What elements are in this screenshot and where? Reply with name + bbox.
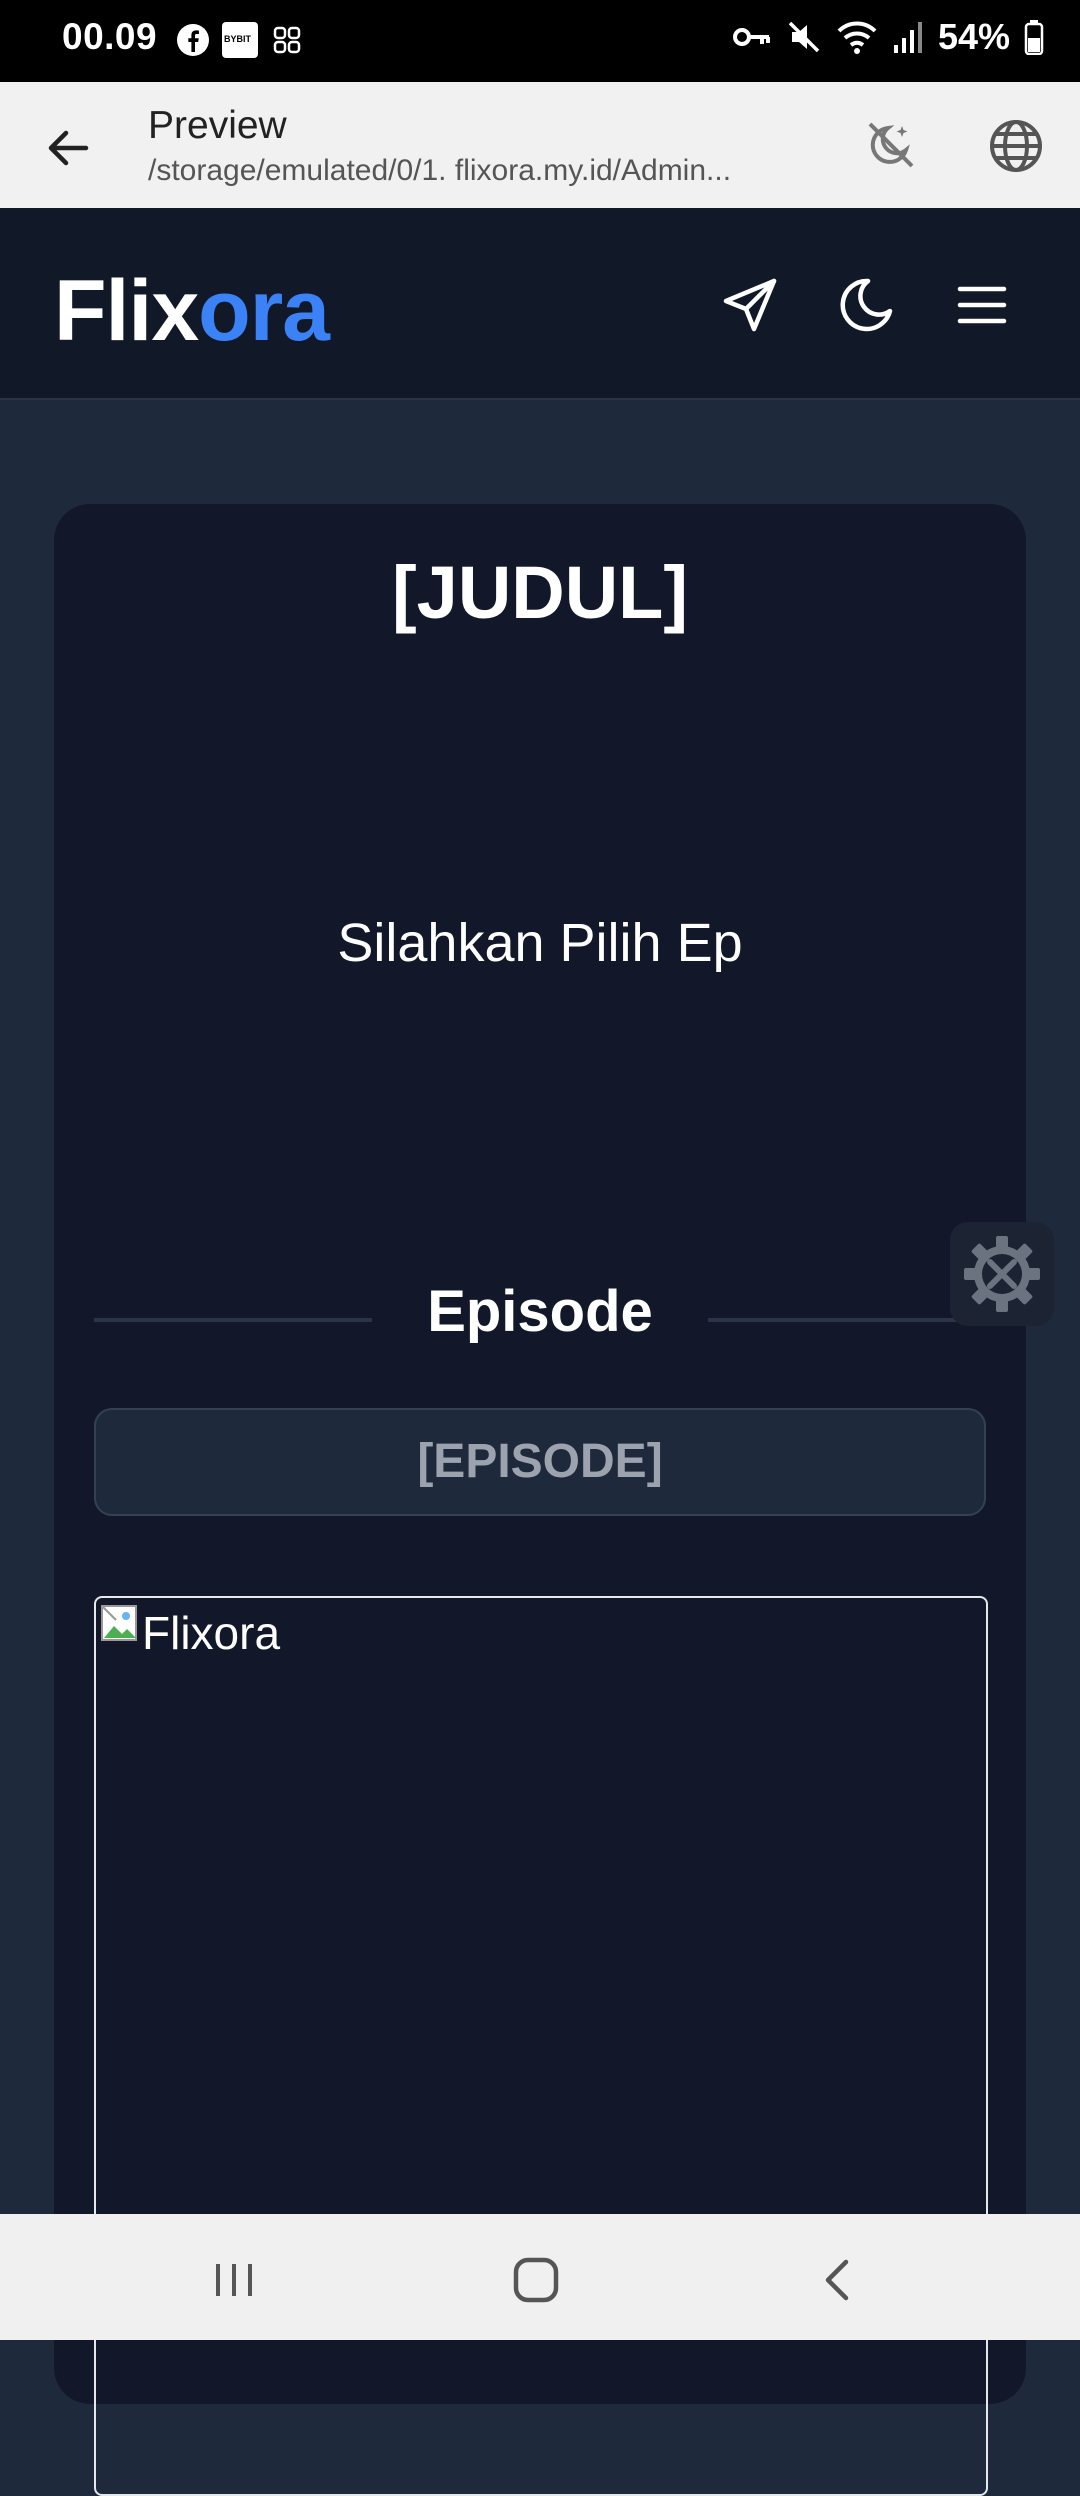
- facebook-icon: [177, 24, 209, 56]
- site-header: Flixora: [0, 208, 1080, 400]
- status-time: 00.09: [62, 16, 158, 57]
- battery-icon: [1024, 20, 1044, 55]
- preview-app-bar: Preview /storage/emulated/0/1. flixora.m…: [0, 82, 1080, 208]
- preview-title: Preview: [148, 104, 287, 147]
- send-icon[interactable]: [718, 273, 782, 337]
- episode-section-heading: Episode: [94, 1278, 986, 1358]
- bybit-icon: BYBIT: [222, 22, 258, 58]
- wifi-icon: [837, 21, 877, 54]
- recent-apps-icon[interactable]: [204, 2250, 264, 2310]
- globe-icon[interactable]: [986, 116, 1046, 176]
- bybit-label: BYBIT: [224, 34, 251, 44]
- home-icon[interactable]: [506, 2250, 566, 2310]
- content-card: [JUDUL] Silahkan Pilih Ep Episode [EPISO…: [54, 504, 1026, 2496]
- status-right: 54%: [732, 16, 1044, 58]
- vpn-key-icon: [732, 28, 770, 46]
- logo-part-1: Flix: [54, 263, 199, 359]
- player-message: Silahkan Pilih Ep: [337, 913, 743, 973]
- back-icon[interactable]: [808, 2250, 868, 2310]
- moon-icon[interactable]: [834, 273, 898, 337]
- dark-mode-off-icon[interactable]: [860, 116, 920, 176]
- poster-alt-text: Flixora: [142, 1607, 281, 1659]
- system-nav-bar: [0, 2214, 1080, 2340]
- episode-heading: Episode: [427, 1279, 653, 1344]
- floating-tools-button[interactable]: [950, 1222, 1054, 1326]
- menu-icon[interactable]: [950, 273, 1014, 337]
- grid-app-icon: [273, 26, 301, 54]
- title-heading: [JUDUL]: [392, 551, 688, 634]
- broken-image-icon: [101, 1605, 137, 1641]
- preview-file-path: /storage/emulated/0/1. flixora.my.id/Adm…: [148, 154, 732, 187]
- back-arrow-icon[interactable]: [40, 120, 96, 176]
- poster-image: Flixora: [94, 1596, 988, 2496]
- flixora-logo[interactable]: Flixora: [54, 262, 330, 361]
- divider-line-right: [708, 1318, 986, 1322]
- episode-button[interactable]: [EPISODE]: [94, 1408, 986, 1516]
- signal-icon: [893, 22, 922, 53]
- status-app-icons: BYBIT: [176, 22, 304, 58]
- status-bar: 00.09 BYBIT 54%: [0, 0, 1080, 82]
- settings-tools-icon: [964, 1236, 1040, 1312]
- mute-icon: [788, 21, 820, 53]
- battery-percent: 54%: [937, 16, 1010, 57]
- logo-part-2: ora: [198, 263, 330, 359]
